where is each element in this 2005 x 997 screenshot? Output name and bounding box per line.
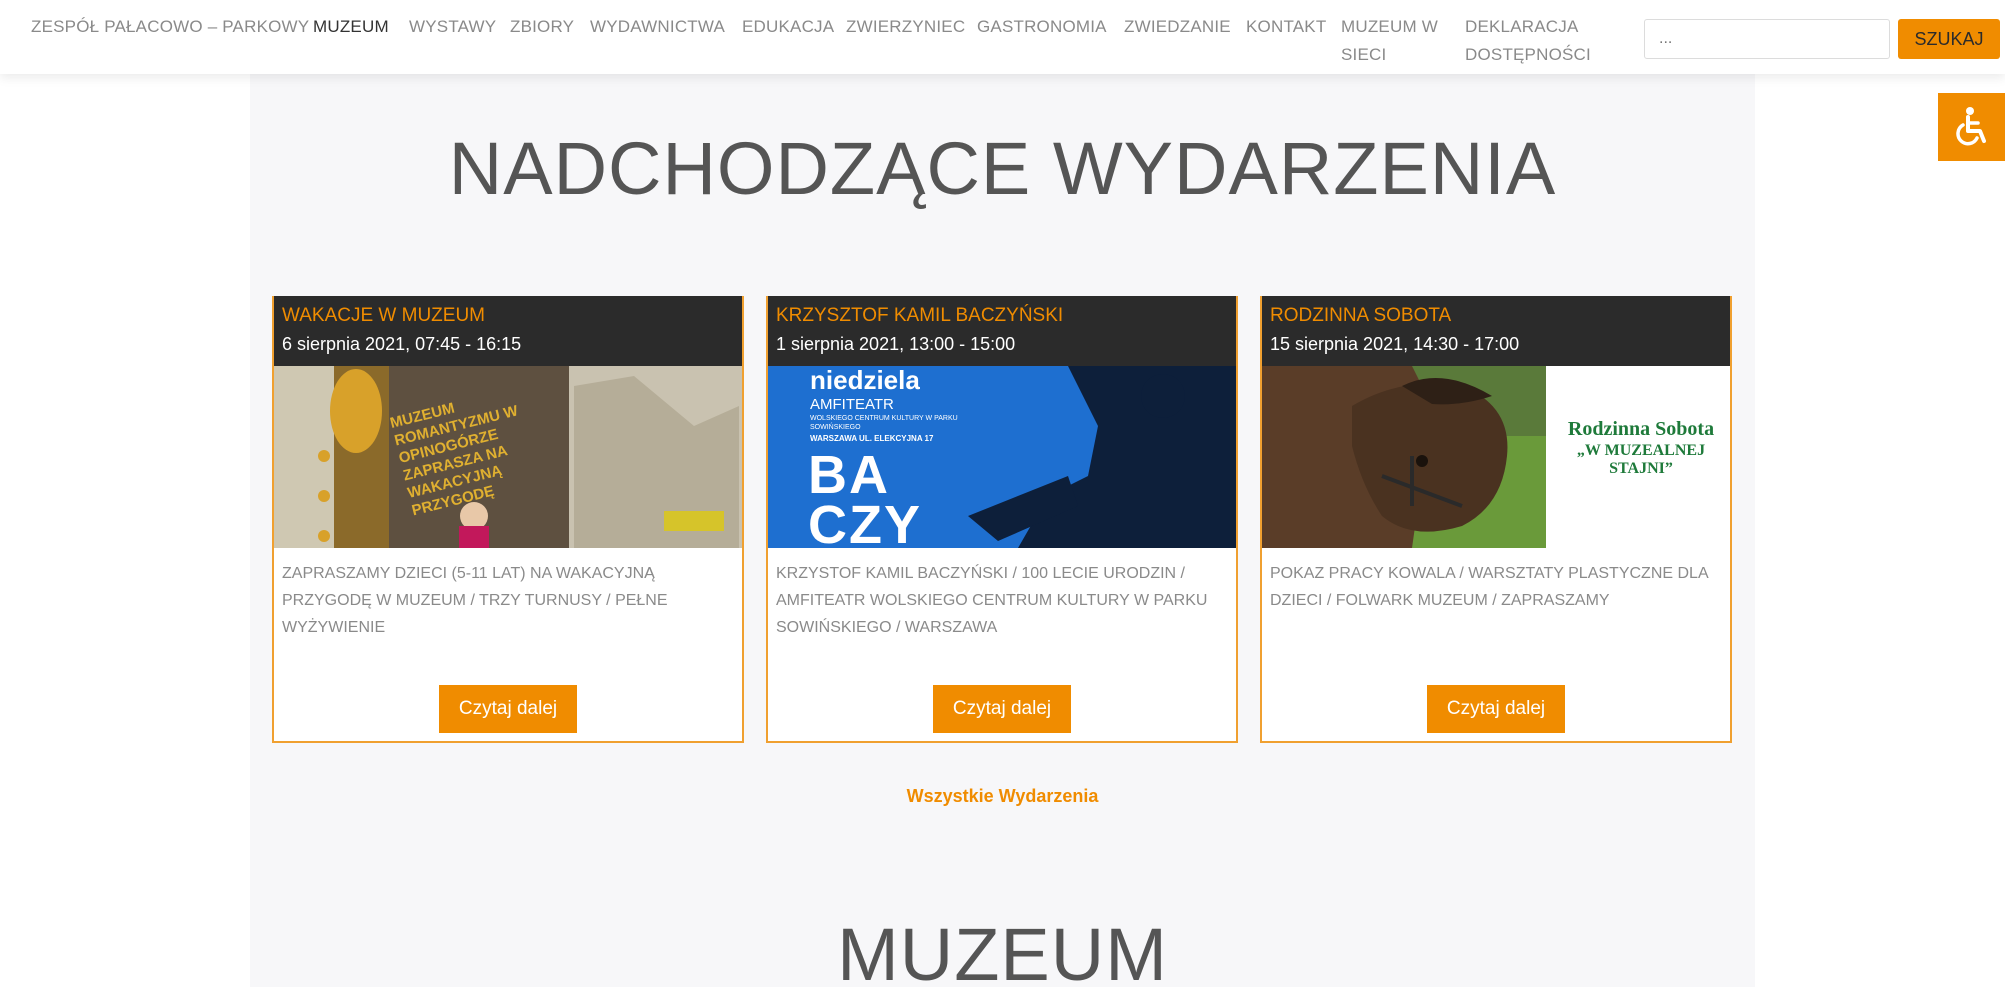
event-title[interactable]: KRZYSZTOF KAMIL BACZYŃSKI <box>776 302 1228 330</box>
event-image-venue: AMFITEATR <box>810 396 894 413</box>
event-card: KRZYSZTOF KAMIL BACZYŃSKI 1 sierpnia 202… <box>766 296 1238 743</box>
read-more-button[interactable]: Czytaj dalej <box>933 685 1071 733</box>
event-description: KRZYSTOF KAMIL BACZYŃSKI / 100 LECIE URO… <box>776 565 1208 636</box>
event-title[interactable]: WAKACJE W MUZEUM <box>282 302 734 330</box>
event-card-header: WAKACJE W MUZEUM 6 sierpnia 2021, 07:45 … <box>274 296 742 366</box>
event-card: RODZINNA SOBOTA 15 sierpnia 2021, 14:30 … <box>1260 296 1732 743</box>
event-image-day: niedziela <box>810 366 920 395</box>
nav-item-accessibility-declaration[interactable]: DEKLARACJA DOSTĘPNOŚCI <box>1465 13 1591 69</box>
event-description: ZAPRASZAMY DZIECI (5-11 LAT) NA WAKACYJN… <box>282 565 668 636</box>
event-image[interactable]: MUZEUM ROMANTYZMU W OPINOGÓRZE ZAPRASZA … <box>274 366 742 548</box>
nav-item-collections[interactable]: ZBIORY <box>510 13 574 41</box>
events-section-title: NADCHODZĄCE WYDARZENIA <box>448 127 1557 210</box>
event-date: 6 sierpnia 2021, 07:45 - 16:15 <box>282 334 522 354</box>
event-card: WAKACJE W MUZEUM 6 sierpnia 2021, 07:45 … <box>272 296 744 743</box>
event-date: 1 sierpnia 2021, 13:00 - 15:00 <box>776 334 1016 354</box>
event-image-title: Rodzinna Sobota <box>1567 418 1715 440</box>
accessibility-button[interactable] <box>1938 93 2005 161</box>
event-image[interactable]: Rodzinna Sobota „W MUZEALNEJ STAJNI” <box>1262 366 1730 548</box>
event-image-venue-sub: WOLSKIEGO CENTRUM KULTURY W PARKU SOWIŃS… <box>810 415 958 431</box>
event-image-big-text-1: BA <box>808 445 890 505</box>
museum-section-title: MUZEUM <box>837 913 1168 996</box>
nav-item-palace-park[interactable]: ZESPÓŁ PAŁACOWO – PARKOWY <box>31 13 309 41</box>
all-events-link[interactable]: Wszystkie Wydarzenia <box>250 786 1755 807</box>
wheelchair-icon <box>1955 107 1986 146</box>
nav-item-museum[interactable]: MUZEUM <box>313 13 389 41</box>
event-image-subtitle-1: „W MUZEALNEJ <box>1576 442 1706 459</box>
nav-item-exhibitions[interactable]: WYSTAWY <box>409 13 496 41</box>
event-title[interactable]: RODZINNA SOBOTA <box>1270 302 1722 330</box>
nav-item-contact[interactable]: KONTAKT <box>1246 13 1326 41</box>
event-card-header: KRZYSZTOF KAMIL BACZYŃSKI 1 sierpnia 202… <box>768 296 1236 366</box>
event-image-subtitle-2: STAJNI” <box>1609 460 1673 477</box>
read-more-button[interactable]: Czytaj dalej <box>439 685 577 733</box>
main-content: NADCHODZĄCE WYDARZENIA WAKACJE W MUZEUM … <box>250 74 1755 996</box>
read-more-button[interactable]: Czytaj dalej <box>1427 685 1565 733</box>
top-navigation: ZESPÓŁ PAŁACOWO – PARKOWY MUZEUM WYSTAWY… <box>0 0 2005 74</box>
event-image-address: WARSZAWA UL. ELEKCYJNA 17 <box>810 434 934 443</box>
nav-item-visiting[interactable]: ZWIEDZANIE <box>1124 13 1231 41</box>
search-input[interactable] <box>1644 19 1890 59</box>
search-button[interactable]: SZUKAJ <box>1898 19 2000 59</box>
event-card-header: RODZINNA SOBOTA 15 sierpnia 2021, 14:30 … <box>1262 296 1730 366</box>
nav-item-gastronomy[interactable]: GASTRONOMIA <box>977 13 1107 41</box>
event-image[interactable]: niedziela AMFITEATR WOLSKIEGO CENTRUM KU… <box>768 366 1236 548</box>
event-image-big-text-2: CZY <box>808 495 922 548</box>
nav-item-education[interactable]: EDUKACJA <box>742 13 834 41</box>
event-date: 15 sierpnia 2021, 14:30 - 17:00 <box>1270 334 1520 354</box>
event-description: POKAZ PRACY KOWALA / WARSZTATY PLASTYCZN… <box>1270 565 1708 609</box>
nav-item-museum-online[interactable]: MUZEUM W SIECI <box>1341 13 1449 69</box>
nav-item-zoo[interactable]: ZWIERZYNIEC <box>846 13 965 41</box>
nav-item-publications[interactable]: WYDAWNICTWA <box>590 13 725 41</box>
